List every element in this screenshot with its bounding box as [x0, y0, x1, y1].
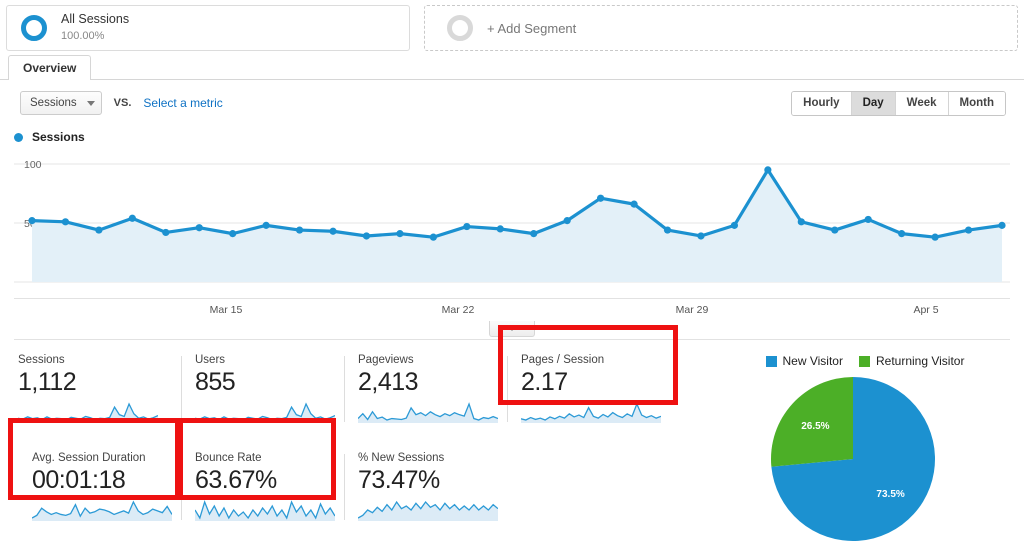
metric-card-label: Pages / Session [521, 354, 605, 366]
granularity-day-button[interactable]: Day [851, 91, 896, 115]
metric-card-value: 73.47% [358, 465, 440, 494]
segment-percent: 100.00% [61, 29, 105, 42]
x-tick-0: Mar 15 [209, 304, 243, 316]
chart-legend: Sessions [0, 126, 1024, 148]
metric-card-sessions[interactable]: Sessions 1,112 [18, 354, 181, 432]
segment-bar: All Sessions 100.00% + Add Segment [0, 0, 1024, 56]
legend-dot-sessions-icon [14, 132, 23, 142]
x-tick-1: Mar 22 [441, 304, 475, 316]
svg-text:100: 100 [24, 159, 42, 171]
metric-card-pages-session[interactable]: Pages / Session 2.17 [507, 354, 670, 432]
granularity-month-button[interactable]: Month [948, 91, 1005, 115]
metric-card-new-sessions[interactable]: % New Sessions 73.47% [344, 452, 507, 530]
legend-label-sessions: Sessions [32, 130, 85, 144]
metric-card-bounce-rate[interactable]: Bounce Rate 63.67% [181, 452, 344, 530]
add-segment-label: + Add Segment [487, 20, 577, 36]
metric-card-sparkline [195, 399, 335, 423]
primary-metric-label: Sessions [30, 97, 77, 109]
vs-label: VS. [113, 97, 132, 109]
svg-text:26.5%: 26.5% [801, 421, 829, 432]
metric-card-label: Pageviews [358, 354, 414, 366]
legend-swatch-returning-visitor-icon [858, 355, 870, 367]
primary-metric-select[interactable]: Sessions [20, 91, 102, 115]
granularity-hourly-button[interactable]: Hourly [792, 91, 852, 115]
metric-card-label: Sessions [18, 354, 65, 366]
chart-controls: Sessions VS. Select a metric Hourly Day … [0, 80, 1024, 126]
pie-legend-item-returning-visitor[interactable]: Returning Visitor [858, 354, 965, 368]
metric-card-pageviews[interactable]: Pageviews 2,413 [344, 354, 507, 432]
metric-card-sparkline [521, 399, 661, 423]
svg-text:73.5%: 73.5% [876, 489, 904, 500]
metric-card-value: 63.67% [195, 465, 277, 494]
pie-legend-label-returning-visitor: Returning Visitor [875, 354, 965, 368]
x-tick-2: Mar 29 [675, 304, 709, 316]
applied-segment-all-sessions[interactable]: All Sessions 100.00% [6, 5, 410, 51]
tab-overview[interactable]: Overview [8, 55, 92, 80]
x-tick-3: Apr 5 [913, 304, 939, 316]
add-segment-ring-icon [447, 15, 473, 41]
metric-card-users[interactable]: Users 855 [181, 354, 344, 432]
collapse-chart-button[interactable] [489, 321, 535, 337]
metric-card-label: Bounce Rate [195, 451, 262, 464]
metric-card-value: 00:01:18 [32, 465, 126, 494]
sessions-timeseries-chart[interactable]: 100 50 [14, 148, 1010, 298]
segment-name: All Sessions [61, 12, 130, 27]
metric-card-sparkline [195, 497, 335, 521]
metric-card-sparkline [18, 399, 171, 423]
metric-card-value: 855 [195, 368, 236, 396]
metric-card-value: 1,112 [18, 368, 77, 396]
overview-lower-section: Sessions 1,112 Users 855 Pageviews 2,413 Pages… [0, 340, 1024, 549]
metric-card-label: % New Sessions [358, 451, 445, 464]
metric-card-avg-session-duration[interactable]: Avg. Session Duration 00:01:18 [18, 452, 181, 530]
tab-overview-label: Overview [23, 61, 77, 75]
pie-legend-item-new-visitor[interactable]: New Visitor [765, 354, 843, 368]
granularity-toggle-group: Hourly Day Week Month [791, 90, 1006, 116]
metric-card-value: 2.17 [521, 368, 568, 396]
granularity-week-button[interactable]: Week [895, 91, 949, 115]
new-vs-returning-panel: New Visitor Returning Visitor 73.5% 26.5% [706, 354, 1024, 549]
chevron-down-icon [507, 326, 517, 331]
pie-legend-label-new-visitor: New Visitor [782, 354, 843, 368]
add-segment-button[interactable]: + Add Segment [424, 5, 1018, 51]
metric-cards-grid: Sessions 1,112 Users 855 Pageviews 2,413 Pages… [0, 354, 706, 549]
select-a-metric-link[interactable]: Select a metric [143, 96, 222, 110]
visitor-type-pie-chart[interactable]: 73.5% 26.5% [765, 374, 965, 549]
metric-card-sparkline [358, 497, 498, 521]
metric-card-sparkline [358, 399, 498, 423]
tab-bar: Overview [0, 55, 1024, 80]
metric-card-label: Users [195, 354, 226, 366]
chevron-down-icon [86, 100, 95, 106]
chart-collapse-strip [14, 321, 1010, 340]
legend-swatch-new-visitor-icon [765, 355, 777, 367]
segment-ring-icon [21, 15, 47, 41]
metric-card-label: Avg. Session Duration [32, 451, 146, 464]
pie-legend: New Visitor Returning Visitor [765, 354, 965, 368]
metric-card-sparkline [32, 497, 172, 521]
metric-card-value: 2,413 [358, 368, 419, 396]
